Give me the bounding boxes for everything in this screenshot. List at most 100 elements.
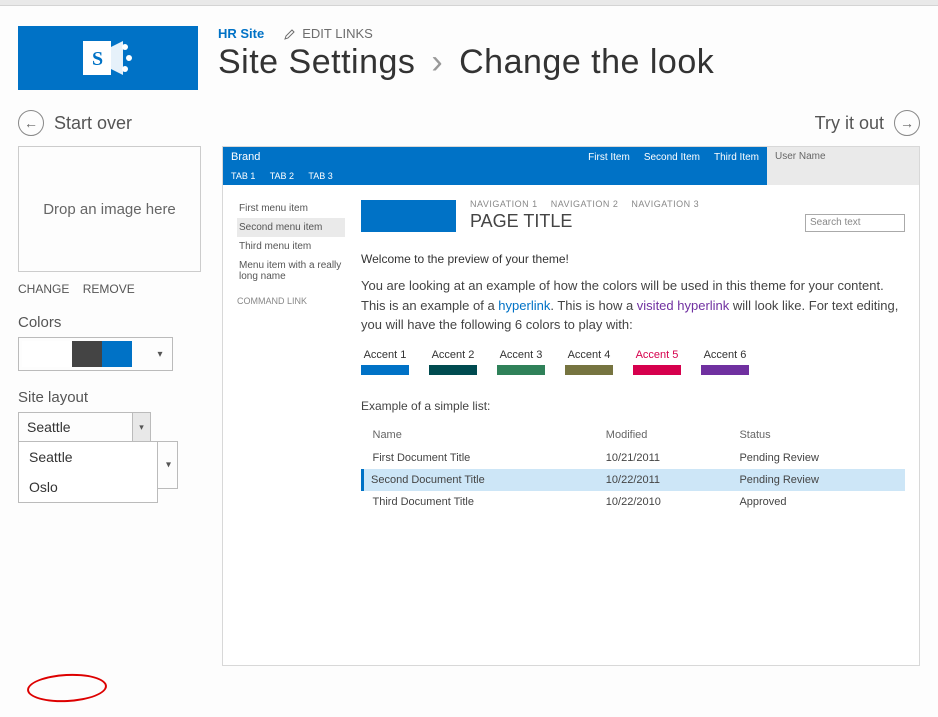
accent-5: Accent 5 [633,349,681,375]
preview-logo-block [361,200,456,232]
preview-item-2: Second Item [644,152,700,163]
breadcrumb-2: Change the look [459,43,714,81]
cell-name: First Document Title [363,447,596,469]
table-row: Second Document Title10/22/2011Pending R… [363,469,906,491]
content: Drop an image here CHANGE REMOVE Colors … [0,136,938,684]
table-row: First Document Title10/21/2011Pending Re… [363,447,906,469]
preview-tab-2: TAB 2 [270,171,294,181]
preview-nav-1: NAVIGATION 1 [470,199,538,209]
col-name: Name [363,423,596,447]
preview-item-3: Third Item [714,152,759,163]
preview-search-wrap: Search text [805,214,905,232]
drop-actions: CHANGE REMOVE [18,282,204,296]
preview-brand-bar: Brand First Item Second Item Third Item [223,147,767,167]
header: S HR Site EDIT LINKS Site Settings › Cha… [0,6,938,100]
accent-bar [497,365,545,375]
svg-text:S: S [92,48,103,70]
accent-label: Accent 4 [565,349,613,361]
site-layout-options: Seattle Oslo [18,441,158,503]
cell-status: Pending Review [729,469,905,491]
preview-menu-item-1: First menu item [237,199,345,218]
drop-zone-label: Drop an image here [43,201,176,218]
preview-welcome-text: Welcome to the preview of your theme! [361,252,905,266]
preview-text-mid: . This is how a [550,298,636,313]
layout-option-oslo[interactable]: Oslo [19,472,157,502]
header-right: HR Site EDIT LINKS Site Settings › Chang… [218,26,920,90]
colors-dropdown[interactable]: ▾ [18,337,173,371]
start-over-label: Start over [54,113,132,134]
preview-main: NAVIGATION 1 NAVIGATION 2 NAVIGATION 3 P… [361,199,905,513]
action-bar: ← Start over Try it out → [0,100,938,136]
accent-label: Accent 1 [361,349,409,361]
site-layout-label: Site layout [18,389,204,406]
sharepoint-logo[interactable]: S [18,26,198,90]
edit-links-button[interactable]: EDIT LINKS [284,26,373,41]
preview-brand-items: First Item Second Item Third Item [588,152,759,163]
pencil-icon [284,28,296,40]
site-layout-dropdown[interactable]: Seattle ▾ [18,412,151,442]
chevron-down-icon: ▾ [132,413,150,441]
accent-label: Accent 3 [497,349,545,361]
preview-list-title: Example of a simple list: [361,399,905,413]
accent-label: Accent 5 [633,349,681,361]
cell-status: Approved [729,491,905,513]
cell-modified: 10/22/2011 [596,469,730,491]
preview-body-text: You are looking at an example of how the… [361,276,905,335]
remove-image-button[interactable]: REMOVE [83,282,135,296]
accent-bar [429,365,477,375]
preview-page-title: PAGE TITLE [470,211,709,232]
breadcrumb-1[interactable]: Site Settings [218,43,415,81]
arrow-left-icon: ← [18,110,44,136]
change-image-button[interactable]: CHANGE [18,282,69,296]
preview-brand-label: Brand [231,151,260,163]
preview-table: Name Modified Status First Document Titl… [361,423,905,513]
sharepoint-icon: S [83,37,133,79]
preview-nav-2: NAVIGATION 2 [551,199,619,209]
try-it-out-button[interactable]: Try it out → [815,110,920,136]
accent-4: Accent 4 [565,349,613,375]
breadcrumb: Site Settings › Change the look [218,43,920,82]
accent-bar [701,365,749,375]
col-modified: Modified [596,423,730,447]
settings-sidebar: Drop an image here CHANGE REMOVE Colors … [18,146,204,666]
site-layout-value: Seattle [27,419,71,435]
preview-hyperlink: hyperlink [498,298,550,313]
annotation-circle [26,672,107,704]
accent-bar [361,365,409,375]
preview-item-1: First Item [588,152,630,163]
preview-tab-3: TAB 3 [308,171,332,181]
preview-brand-wrap: Brand First Item Second Item Third Item … [223,147,767,185]
color-swatch-dark [72,341,102,367]
preview-menu-item-3: Third menu item [237,237,345,256]
table-row: Third Document Title10/22/2010Approved [363,491,906,513]
preview-tab-1: TAB 1 [231,171,255,181]
color-swatch-white [22,341,72,367]
edit-links-label: EDIT LINKS [302,26,373,41]
preview-menu-item-2: Second menu item [237,218,345,237]
preview-search-input: Search text [805,214,905,232]
accent-6: Accent 6 [701,349,749,375]
preview-user-name: User Name [767,147,919,185]
colors-label: Colors [18,314,204,331]
cell-status: Pending Review [729,447,905,469]
chevron-down-icon: ▾ [151,349,169,360]
accent-2: Accent 2 [429,349,477,375]
header-top-links: HR Site EDIT LINKS [218,26,920,41]
site-link[interactable]: HR Site [218,26,264,41]
table-header-row: Name Modified Status [363,423,906,447]
layout-option-seattle[interactable]: Seattle [19,442,157,472]
col-status: Status [729,423,905,447]
preview-title-row: NAVIGATION 1 NAVIGATION 2 NAVIGATION 3 P… [361,199,905,232]
cell-modified: 10/22/2010 [596,491,730,513]
accent-label: Accent 2 [429,349,477,361]
try-it-out-label: Try it out [815,113,884,134]
cell-name: Third Document Title [363,491,596,513]
color-swatch-blue [102,341,132,367]
cell-modified: 10/21/2011 [596,447,730,469]
cell-name: Second Document Title [363,469,596,491]
preview-visited-hyperlink: visited hyperlink [637,298,730,313]
preview-tabs: TAB 1 TAB 2 TAB 3 [223,167,767,185]
start-over-button[interactable]: ← Start over [18,110,132,136]
preview-menu-item-4: Menu item with a really long name [237,256,345,286]
image-drop-zone[interactable]: Drop an image here [18,146,201,272]
